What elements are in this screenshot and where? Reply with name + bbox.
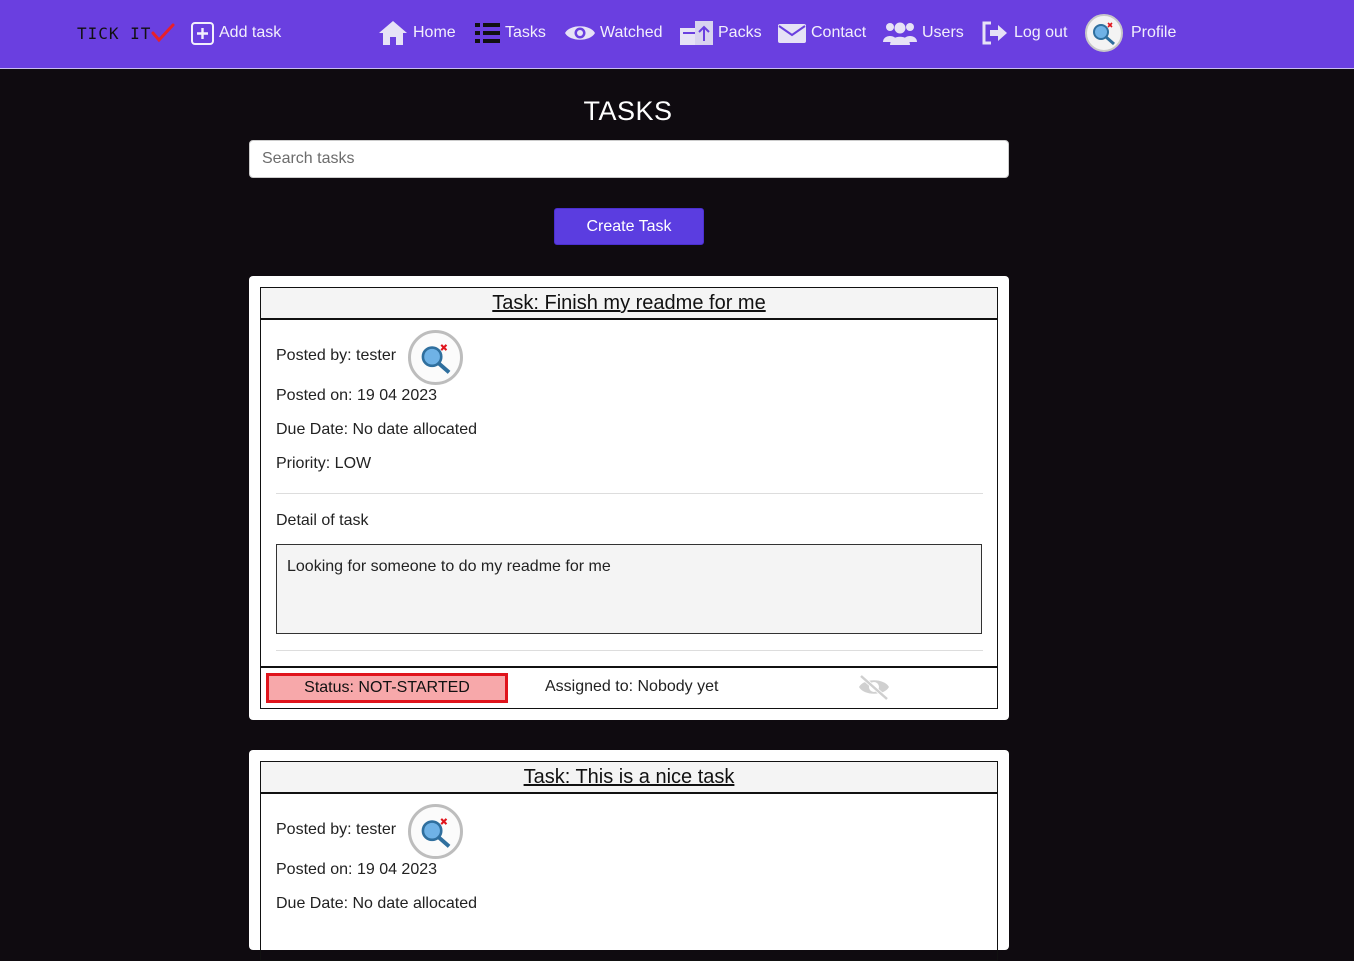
list-icon	[474, 21, 501, 45]
search-input[interactable]	[249, 140, 1009, 178]
add-square-icon	[190, 21, 215, 46]
task-card-inner: Task: Finish my readme for me Posted by:…	[260, 287, 998, 709]
nav-tasks[interactable]: Tasks	[474, 16, 546, 50]
envelope-icon	[777, 21, 807, 45]
task-footer: Status: NOT-STARTED Assigned to: Nobody …	[261, 666, 997, 706]
avatar-icon[interactable]	[408, 804, 463, 859]
nav-home[interactable]: Home	[377, 16, 456, 50]
logout-icon	[980, 20, 1010, 46]
brand-text: TICK IT	[77, 23, 152, 43]
nav-logout[interactable]: Log out	[980, 16, 1067, 50]
nav-tasks-label: Tasks	[505, 24, 546, 41]
nav-watched[interactable]: Watched	[564, 16, 663, 50]
nav-logout-label: Log out	[1014, 24, 1068, 41]
posted-on: Posted on: 19 04 2023	[276, 387, 438, 404]
avatar-icon	[1085, 14, 1123, 52]
nav-add-task-label: Add task	[219, 24, 282, 41]
home-icon	[377, 19, 409, 47]
task-card: Task: Finish my readme for me Posted by:…	[249, 276, 1009, 720]
nav-profile-label: Profile	[1131, 24, 1177, 41]
nav-users[interactable]: Users	[882, 16, 964, 50]
posted-on: Posted on: 19 04 2023	[276, 861, 438, 878]
due-date: Due Date: No date allocated	[276, 421, 478, 438]
nav-contact-label: Contact	[811, 24, 867, 41]
nav-watched-label: Watched	[600, 24, 663, 41]
eye-slash-icon[interactable]	[857, 673, 891, 706]
task-title[interactable]: Task: This is a nice task	[261, 762, 997, 794]
priority: Priority: LOW	[276, 455, 372, 472]
divider	[276, 650, 983, 651]
users-icon	[882, 20, 918, 46]
task-card: Task: This is a nice task Posted by: tes…	[249, 750, 1009, 961]
nav-add-task[interactable]: Add task	[190, 16, 281, 50]
task-title[interactable]: Task: Finish my readme for me	[261, 288, 997, 320]
nav-contact[interactable]: Contact	[777, 16, 866, 50]
divider	[276, 493, 983, 494]
create-task-button[interactable]: Create Task	[554, 208, 704, 245]
status-badge: Status: NOT-STARTED	[266, 673, 508, 703]
eye-icon	[564, 21, 596, 45]
assigned-to: Assigned to: Nobody yet	[545, 678, 719, 695]
navbar: TICK IT Add task Home Tasks Watched Pack…	[0, 0, 1354, 69]
nav-users-label: Users	[922, 24, 964, 41]
due-date: Due Date: No date allocated	[276, 895, 478, 912]
checkmark-icon	[151, 23, 175, 43]
task-card-inner: Task: This is a nice task Posted by: tes…	[260, 761, 998, 961]
nav-home-label: Home	[413, 24, 456, 41]
detail-label: Detail of task	[276, 512, 369, 529]
nav-profile[interactable]: Profile	[1085, 14, 1177, 52]
brand-logo[interactable]: TICK IT	[77, 20, 175, 46]
detail-box: Looking for someone to do my readme for …	[276, 544, 982, 634]
page-title: TASKS	[583, 96, 673, 126]
posted-by[interactable]: Posted by: tester	[276, 347, 396, 365]
packs-icon	[679, 19, 714, 47]
avatar-icon[interactable]	[408, 330, 463, 385]
posted-by[interactable]: Posted by: tester	[276, 821, 396, 839]
nav-packs-label: Packs	[718, 24, 762, 41]
nav-packs[interactable]: Packs	[679, 16, 762, 50]
